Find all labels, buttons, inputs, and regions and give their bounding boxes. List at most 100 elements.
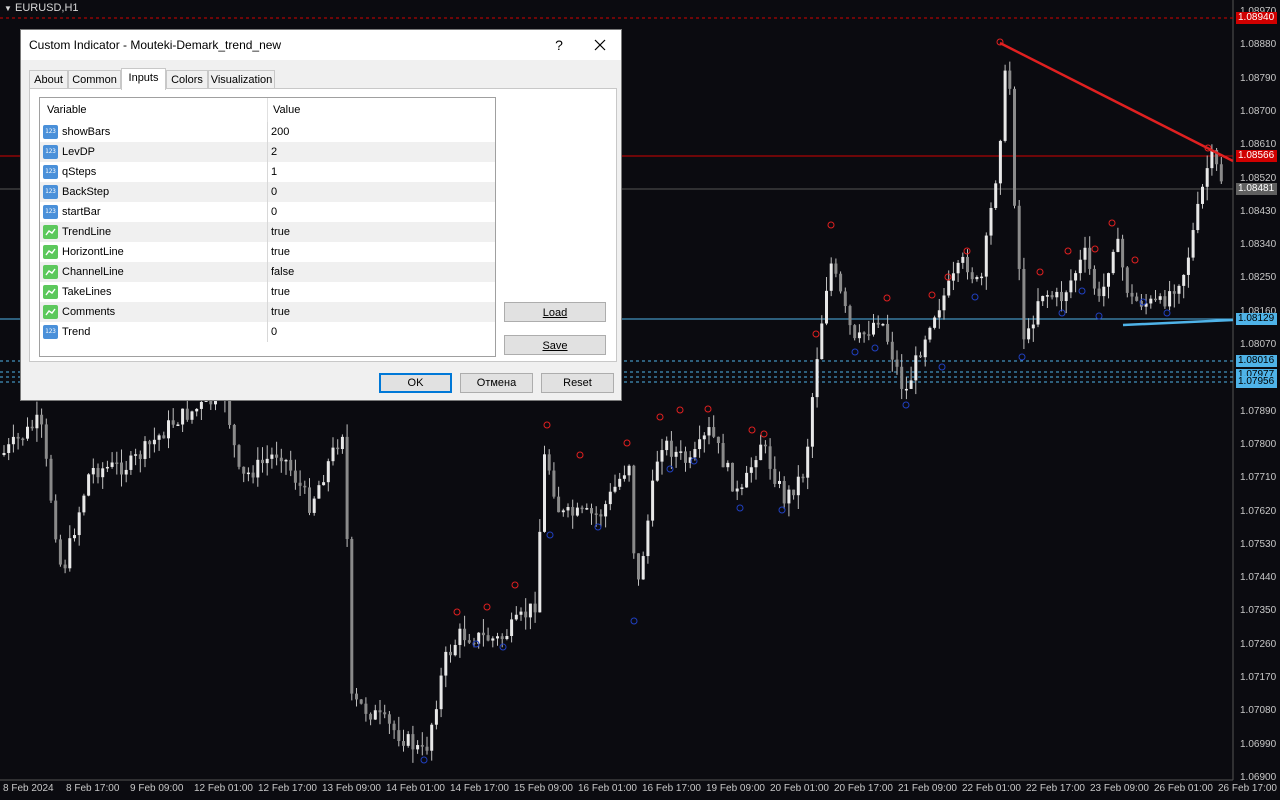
input-row-horizontline[interactable]: HorizontLine true	[40, 242, 495, 262]
tab-visualization[interactable]: Visualization	[208, 70, 275, 88]
candle-body	[947, 280, 951, 296]
candle-body	[552, 470, 556, 497]
candle-body	[524, 611, 528, 618]
input-value[interactable]: true	[271, 226, 290, 238]
input-row-backstep[interactable]: 123 BackStep 0	[40, 182, 495, 202]
dialog-titlebar[interactable]: Custom Indicator - Mouteki-Demark_trend_…	[21, 30, 621, 60]
candle-body	[284, 459, 288, 462]
candle-body	[557, 496, 561, 513]
candle-body	[561, 510, 565, 513]
input-value[interactable]: 200	[271, 126, 289, 138]
input-value[interactable]: 0	[271, 206, 277, 218]
numeric-icon-text: 123	[45, 128, 56, 135]
input-value[interactable]: true	[271, 306, 290, 318]
input-value[interactable]: 2	[271, 146, 277, 158]
candle-body	[787, 489, 791, 504]
input-value[interactable]: 0	[271, 326, 277, 338]
input-value[interactable]: true	[271, 246, 290, 258]
numeric-type-icon: 123	[43, 145, 58, 159]
input-row-showbars[interactable]: 123 showBars 200	[40, 122, 495, 142]
high-fractal-marker	[543, 421, 551, 429]
input-row-trend[interactable]: 123 Trend 0	[40, 322, 495, 342]
help-button[interactable]: ?	[546, 32, 572, 58]
tab-about[interactable]: About	[29, 70, 68, 88]
candle-body	[1074, 273, 1078, 281]
reset-button[interactable]: Reset	[541, 373, 614, 393]
candle-body	[613, 486, 617, 492]
input-row-qsteps[interactable]: 123 qSteps 1	[40, 162, 495, 182]
candle-body	[1191, 230, 1195, 258]
candle-body	[1149, 298, 1153, 304]
input-row-channelline[interactable]: ChannelLine false	[40, 262, 495, 282]
price-axis-label: 1.07800	[1240, 438, 1277, 450]
input-row-startbar[interactable]: 123 startBar 0	[40, 202, 495, 222]
candle-body	[91, 468, 95, 475]
candle-body	[848, 306, 852, 326]
candle-body	[326, 461, 330, 483]
candle-body	[458, 628, 462, 645]
candle-body	[966, 256, 969, 273]
candle-body	[298, 482, 302, 486]
candle-body	[444, 651, 448, 676]
candle-body	[951, 273, 955, 281]
candle-body	[1031, 324, 1035, 329]
candle-body	[876, 322, 880, 325]
high-fractal-marker	[760, 430, 768, 438]
candle-body	[340, 436, 344, 450]
input-row-takelines[interactable]: TakeLines true	[40, 282, 495, 302]
column-header-variable[interactable]: Variable	[47, 104, 87, 116]
input-value[interactable]: 1	[271, 166, 277, 178]
candle-body	[110, 462, 114, 467]
column-divider[interactable]	[267, 98, 268, 122]
tab-common[interactable]: Common	[68, 70, 121, 88]
candle-body	[571, 507, 575, 516]
input-value[interactable]: false	[271, 266, 294, 278]
input-row-trendline[interactable]: TrendLine true	[40, 222, 495, 242]
candle-body	[152, 439, 156, 445]
tab-inputs[interactable]: Inputs	[121, 68, 166, 90]
price-axis-label: 1.08070	[1240, 339, 1277, 350]
save-button[interactable]: Save	[504, 335, 606, 355]
tab-colors[interactable]: Colors	[166, 70, 208, 88]
candle-body	[293, 470, 297, 483]
candle-body	[810, 397, 814, 447]
input-name: qSteps	[62, 166, 97, 178]
time-axis-label: 26 Feb 01:00	[1154, 783, 1213, 794]
cell-divider	[267, 242, 268, 262]
low-fractal-marker	[666, 465, 674, 473]
time-axis-label: 14 Feb 17:00	[450, 783, 509, 794]
ok-button[interactable]: OK	[379, 373, 452, 393]
load-button[interactable]: Load	[504, 302, 606, 322]
candle-body	[514, 614, 518, 620]
close-button[interactable]	[587, 32, 613, 58]
candle-body	[134, 454, 138, 456]
time-axis-label: 22 Feb 17:00	[1026, 783, 1085, 794]
high-fractal-marker	[827, 221, 835, 229]
candle-body	[143, 441, 147, 459]
cancel-button[interactable]: Отмена	[460, 373, 533, 393]
candle-body	[40, 414, 44, 425]
candle-body	[124, 469, 128, 475]
input-row-comments[interactable]: Comments true	[40, 302, 495, 322]
candle-body	[712, 427, 716, 437]
numeric-icon-text: 123	[45, 208, 56, 215]
candle-body	[383, 712, 387, 715]
price-tag: 1.08566	[1236, 150, 1277, 162]
candle-body	[726, 462, 730, 468]
candle-body	[397, 730, 401, 742]
input-name: TakeLines	[62, 286, 112, 298]
chart-menu-icon[interactable]: ▼	[4, 4, 12, 13]
candle-body	[500, 636, 504, 640]
candle-body	[402, 741, 405, 746]
column-header-value[interactable]: Value	[273, 104, 300, 116]
input-value[interactable]: 0	[271, 186, 277, 198]
candle-body	[411, 734, 415, 750]
input-row-levdp[interactable]: 123 LevDP 2	[40, 142, 495, 162]
candle-body	[773, 468, 777, 484]
candle-body	[721, 443, 725, 468]
candle-body	[778, 480, 781, 484]
candle-body	[21, 438, 25, 441]
candle-body	[716, 436, 720, 444]
input-value[interactable]: true	[271, 286, 290, 298]
candle-body	[373, 710, 377, 720]
